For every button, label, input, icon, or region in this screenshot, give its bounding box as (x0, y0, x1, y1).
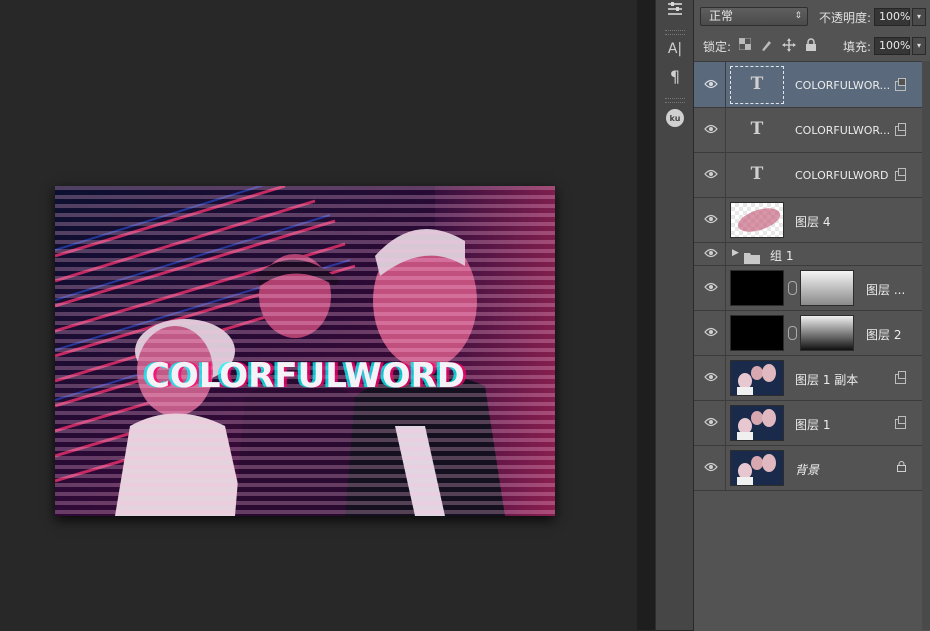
opacity-label: 不透明度: (819, 11, 872, 25)
opacity-dropdown-button[interactable]: ▾ (912, 8, 926, 26)
smart-object-badge-icon (895, 123, 906, 136)
layer-name: 组 1 (770, 249, 794, 263)
layer-thumbnail (730, 405, 784, 441)
character-icon[interactable]: A| (662, 38, 688, 60)
eye-separator (725, 401, 726, 445)
lock-label: 锁定: (703, 40, 732, 54)
eye-separator (725, 446, 726, 490)
eye-icon[interactable] (703, 124, 719, 136)
layer-name: 图层 4 (795, 215, 831, 229)
panel-divider[interactable] (637, 0, 655, 630)
kuler-icon[interactable]: ku (662, 108, 688, 130)
mask-thumbnail[interactable] (800, 315, 854, 351)
layer-name: COLORFULWOR... (795, 79, 891, 92)
layer-thumbnail (730, 315, 784, 351)
eye-icon[interactable] (703, 169, 719, 181)
canvas-area[interactable]: COLORFULWORD (0, 0, 637, 630)
eye-icon[interactable] (703, 327, 719, 339)
layer-row[interactable]: 图层 2 (694, 311, 922, 356)
text-layer-thumb-icon: T (730, 112, 784, 148)
text-layer-thumb-icon: T (730, 157, 784, 193)
blend-opacity-row: 正常 ⇕ 不透明度: 100% ▾ (694, 0, 930, 26)
layer-row[interactable]: 图层 ... (694, 266, 922, 311)
eye-separator (725, 153, 726, 197)
layer-row[interactable]: T COLORFULWORD (694, 153, 922, 198)
svg-text:ku: ku (669, 114, 680, 123)
dock-grip[interactable] (665, 30, 685, 35)
lock-position-icon[interactable] (782, 38, 796, 52)
lock-transparent-pixels-icon[interactable] (738, 37, 752, 52)
eye-separator (725, 311, 726, 355)
layer-name: 图层 1 副本 (795, 373, 859, 387)
layer-row[interactable]: 图层 1 (694, 401, 922, 446)
layer-group-row[interactable]: ▶ 组 1 (694, 243, 922, 266)
eye-icon[interactable] (703, 462, 719, 474)
blend-mode-value: 正常 (709, 9, 734, 23)
layer-thumbnail (730, 202, 784, 238)
layer-row[interactable]: T COLORFULWOR... (694, 108, 922, 153)
smart-object-badge-icon (895, 168, 906, 181)
layers-scrollbar[interactable] (922, 61, 930, 630)
eye-icon[interactable] (703, 372, 719, 384)
canvas-headline-text: COLORFULWORD (144, 356, 466, 396)
layers-panel: 正常 ⇕ 不透明度: 100% ▾ 锁定: 100% ▾ 填充: T COLOR… (694, 0, 930, 631)
smart-object-badge-icon (895, 416, 906, 429)
eye-separator (725, 243, 726, 265)
photo-artwork (55, 186, 555, 516)
fill-input[interactable]: 100% (874, 37, 910, 55)
eye-icon[interactable] (703, 248, 719, 260)
smart-object-badge-icon (895, 78, 906, 91)
layer-name: 图层 1 (795, 418, 831, 432)
lock-icon (897, 461, 906, 475)
layer-name: 图层 2 (866, 328, 902, 342)
layer-name: 背景 (795, 463, 820, 477)
layer-name: COLORFULWORD (795, 169, 889, 182)
eye-separator (725, 266, 726, 310)
layer-thumbnail (730, 450, 784, 486)
layer-name: 图层 ... (866, 283, 906, 297)
eye-separator (725, 62, 726, 107)
eye-separator (725, 356, 726, 400)
eye-icon[interactable] (703, 79, 719, 91)
eye-separator (725, 198, 726, 242)
fill-dropdown-button[interactable]: ▾ (912, 37, 926, 55)
blend-mode-select[interactable]: 正常 ⇕ (700, 7, 808, 26)
layer-row[interactable]: T COLORFULWOR... (694, 62, 922, 108)
select-arrows-icon: ⇕ (794, 11, 802, 21)
mask-link-icon[interactable] (788, 281, 797, 295)
text-layer-thumb-icon: T (730, 66, 784, 104)
fill-label: 填充: (843, 40, 872, 54)
mask-link-icon[interactable] (788, 326, 797, 340)
eye-icon[interactable] (703, 282, 719, 294)
layer-name: COLORFULWOR... (795, 124, 891, 137)
expand-triangle-icon[interactable]: ▶ (732, 248, 739, 258)
eye-separator (725, 108, 726, 152)
mask-thumbnail[interactable] (800, 270, 854, 306)
adjustments-icon[interactable] (662, 0, 688, 22)
lock-image-pixels-icon[interactable] (760, 38, 774, 52)
layer-row[interactable]: 图层 1 副本 (694, 356, 922, 401)
document-canvas[interactable]: COLORFULWORD (55, 186, 555, 516)
panel-dock-toolstrip: A| ¶ ku (655, 0, 694, 630)
opacity-input[interactable]: 100% (874, 8, 910, 26)
layer-thumbnail (730, 270, 784, 306)
layer-row[interactable]: 背景 (694, 446, 922, 491)
layer-row[interactable]: 图层 4 (694, 198, 922, 243)
eye-icon[interactable] (703, 214, 719, 226)
dock-grip-2[interactable] (665, 98, 685, 103)
layers-list: T COLORFULWOR... T COLORFULWOR... T COLO… (694, 61, 930, 631)
smart-object-badge-icon (895, 371, 906, 384)
paragraph-icon[interactable]: ¶ (662, 66, 688, 88)
lock-all-icon[interactable] (804, 38, 818, 52)
eye-icon[interactable] (703, 417, 719, 429)
layer-thumbnail (730, 360, 784, 396)
